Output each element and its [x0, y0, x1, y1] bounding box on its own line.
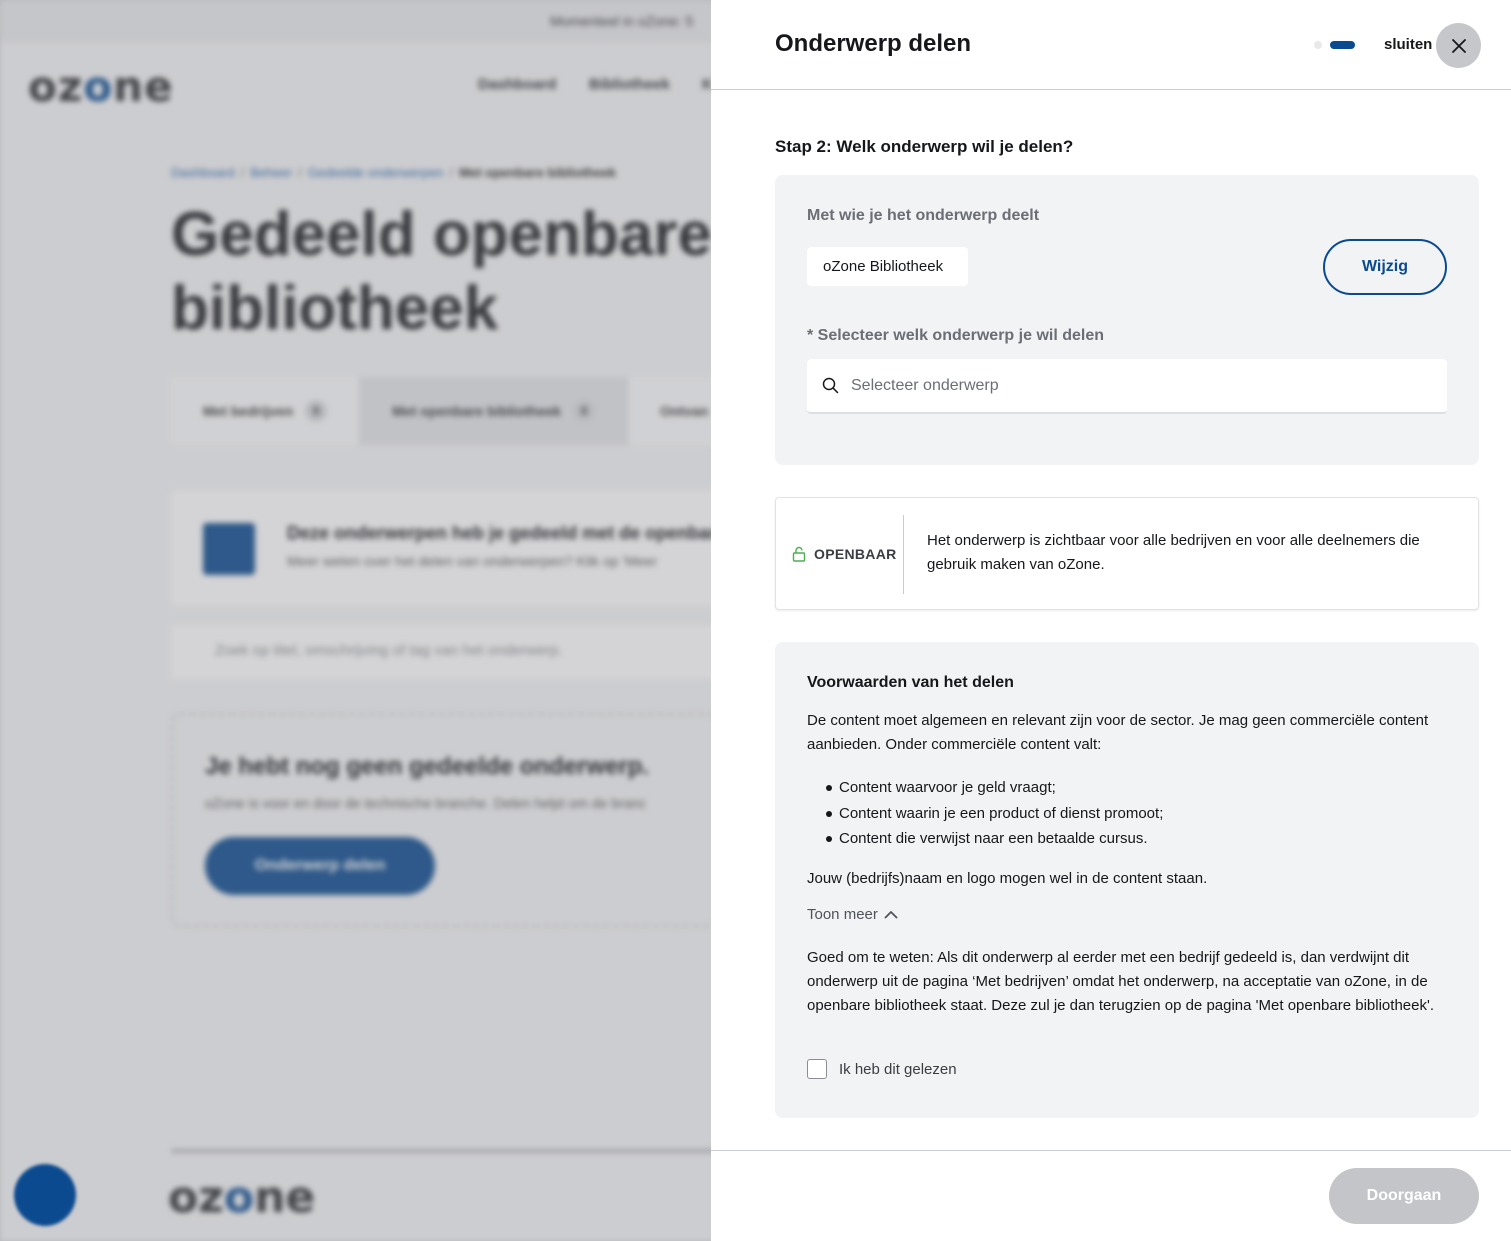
conditions-list-item: Content waarvoor je geld vraagt; [807, 775, 1447, 801]
share-topic-drawer: Onderwerp delen sluiten Stap 2: Welk ond… [711, 0, 1511, 1241]
close-icon [1451, 38, 1466, 53]
step-2-active [1330, 41, 1355, 49]
conditions-title: Voorwaarden van het delen [807, 674, 1014, 691]
visibility-divider [903, 515, 904, 594]
unlock-icon [792, 546, 806, 562]
drawer-header: Onderwerp delen sluiten [711, 0, 1511, 90]
topic-search-input[interactable] [851, 359, 1431, 412]
conditions-more-text: Goed om te weten: Als dit onderwerp al e… [807, 949, 1434, 1014]
conditions-list: Content waarvoor je geld vraagt; Content… [807, 775, 1447, 852]
topic-select[interactable] [807, 359, 1447, 414]
visibility-badge: OPENBAAR [792, 498, 904, 609]
conditions-note: Jouw (bedrijfs)naam en logo mogen wel in… [807, 870, 1208, 887]
visibility-card: OPENBAAR Het onderwerp is zichtbaar voor… [775, 497, 1479, 610]
close-label[interactable]: sluiten [1384, 36, 1432, 53]
visibility-label: OPENBAAR [814, 545, 897, 562]
continue-button[interactable]: Doorgaan [1329, 1168, 1479, 1224]
visibility-description: Het onderwerp is zichtbaar voor alle bed… [927, 532, 1420, 573]
read-checkbox-label[interactable]: Ik heb dit gelezen [839, 1061, 957, 1078]
show-more-label: Toon meer [807, 906, 878, 923]
chevron-up-icon [884, 911, 898, 919]
step-1-dot [1314, 41, 1322, 49]
step-indicator [1314, 41, 1355, 49]
select-topic-label: * Selecteer welk onderwerp je wil delen [807, 327, 1105, 344]
conditions-intro: De content moet algemeen en relevant zij… [807, 712, 1429, 753]
drawer-title: Onderwerp delen [775, 30, 972, 57]
conditions-card: Voorwaarden van het delen De content moe… [775, 642, 1479, 1118]
drawer-footer: Doorgaan [711, 1150, 1511, 1241]
share-with-label: Met wie je het onderwerp deelt [807, 207, 1040, 224]
conditions-list-item: Content waarin je een product of dienst … [807, 801, 1447, 827]
chat-button[interactable] [14, 1164, 76, 1226]
close-button[interactable] [1436, 23, 1481, 68]
search-icon [822, 377, 839, 394]
share-target-chip: oZone Bibliotheek [807, 247, 968, 286]
show-more-toggle[interactable]: Toon meer [807, 906, 898, 923]
step-heading: Stap 2: Welk onderwerp wil je delen? [775, 137, 1074, 156]
change-button[interactable]: Wijzig [1323, 239, 1447, 295]
conditions-list-item: Content die verwijst naar een betaalde c… [807, 826, 1447, 852]
read-confirmation[interactable]: Ik heb dit gelezen [807, 1059, 957, 1079]
read-checkbox[interactable] [807, 1059, 827, 1079]
share-target-card: Met wie je het onderwerp deelt oZone Bib… [775, 175, 1479, 465]
